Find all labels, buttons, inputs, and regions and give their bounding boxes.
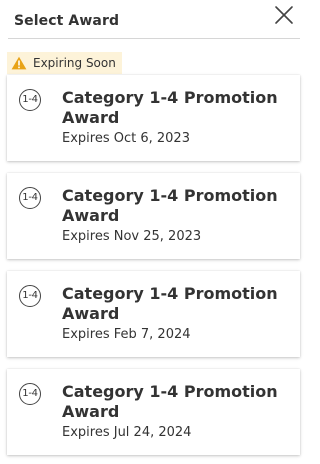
award-card[interactable]: 1-4 Category 1-4 Promotion Award Expires… — [7, 75, 300, 161]
category-icon: 1-4 — [19, 285, 41, 307]
panel-header: Select Award — [0, 0, 310, 40]
category-icon: 1-4 — [19, 89, 41, 111]
award-expiry: Expires Oct 6, 2023 — [62, 131, 190, 146]
award-title: Category 1-4 Promotion Award — [62, 186, 278, 225]
award-card[interactable]: 1-4 Category 1-4 Promotion Award Expires… — [7, 271, 300, 357]
close-icon — [275, 6, 293, 24]
award-title: Category 1-4 Promotion Award — [62, 88, 278, 127]
warning-icon — [11, 56, 27, 70]
category-icon: 1-4 — [19, 383, 41, 405]
close-button[interactable] — [272, 4, 296, 26]
header-divider — [8, 38, 300, 39]
select-award-panel: Select Award Expiring Soon 1-4 Category … — [0, 0, 310, 464]
award-expiry: Expires Jul 24, 2024 — [62, 425, 192, 440]
award-card[interactable]: 1-4 Category 1-4 Promotion Award Expires… — [7, 369, 300, 455]
category-icon: 1-4 — [19, 187, 41, 209]
award-card[interactable]: 1-4 Category 1-4 Promotion Award Expires… — [7, 173, 300, 259]
expiring-soon-badge: Expiring Soon — [7, 52, 122, 74]
badge-label: Expiring Soon — [33, 56, 116, 70]
award-title: Category 1-4 Promotion Award — [62, 284, 278, 323]
award-title: Category 1-4 Promotion Award — [62, 382, 278, 421]
award-expiry: Expires Feb 7, 2024 — [62, 327, 191, 342]
panel-title: Select Award — [14, 13, 120, 29]
award-expiry: Expires Nov 25, 2023 — [62, 229, 202, 244]
